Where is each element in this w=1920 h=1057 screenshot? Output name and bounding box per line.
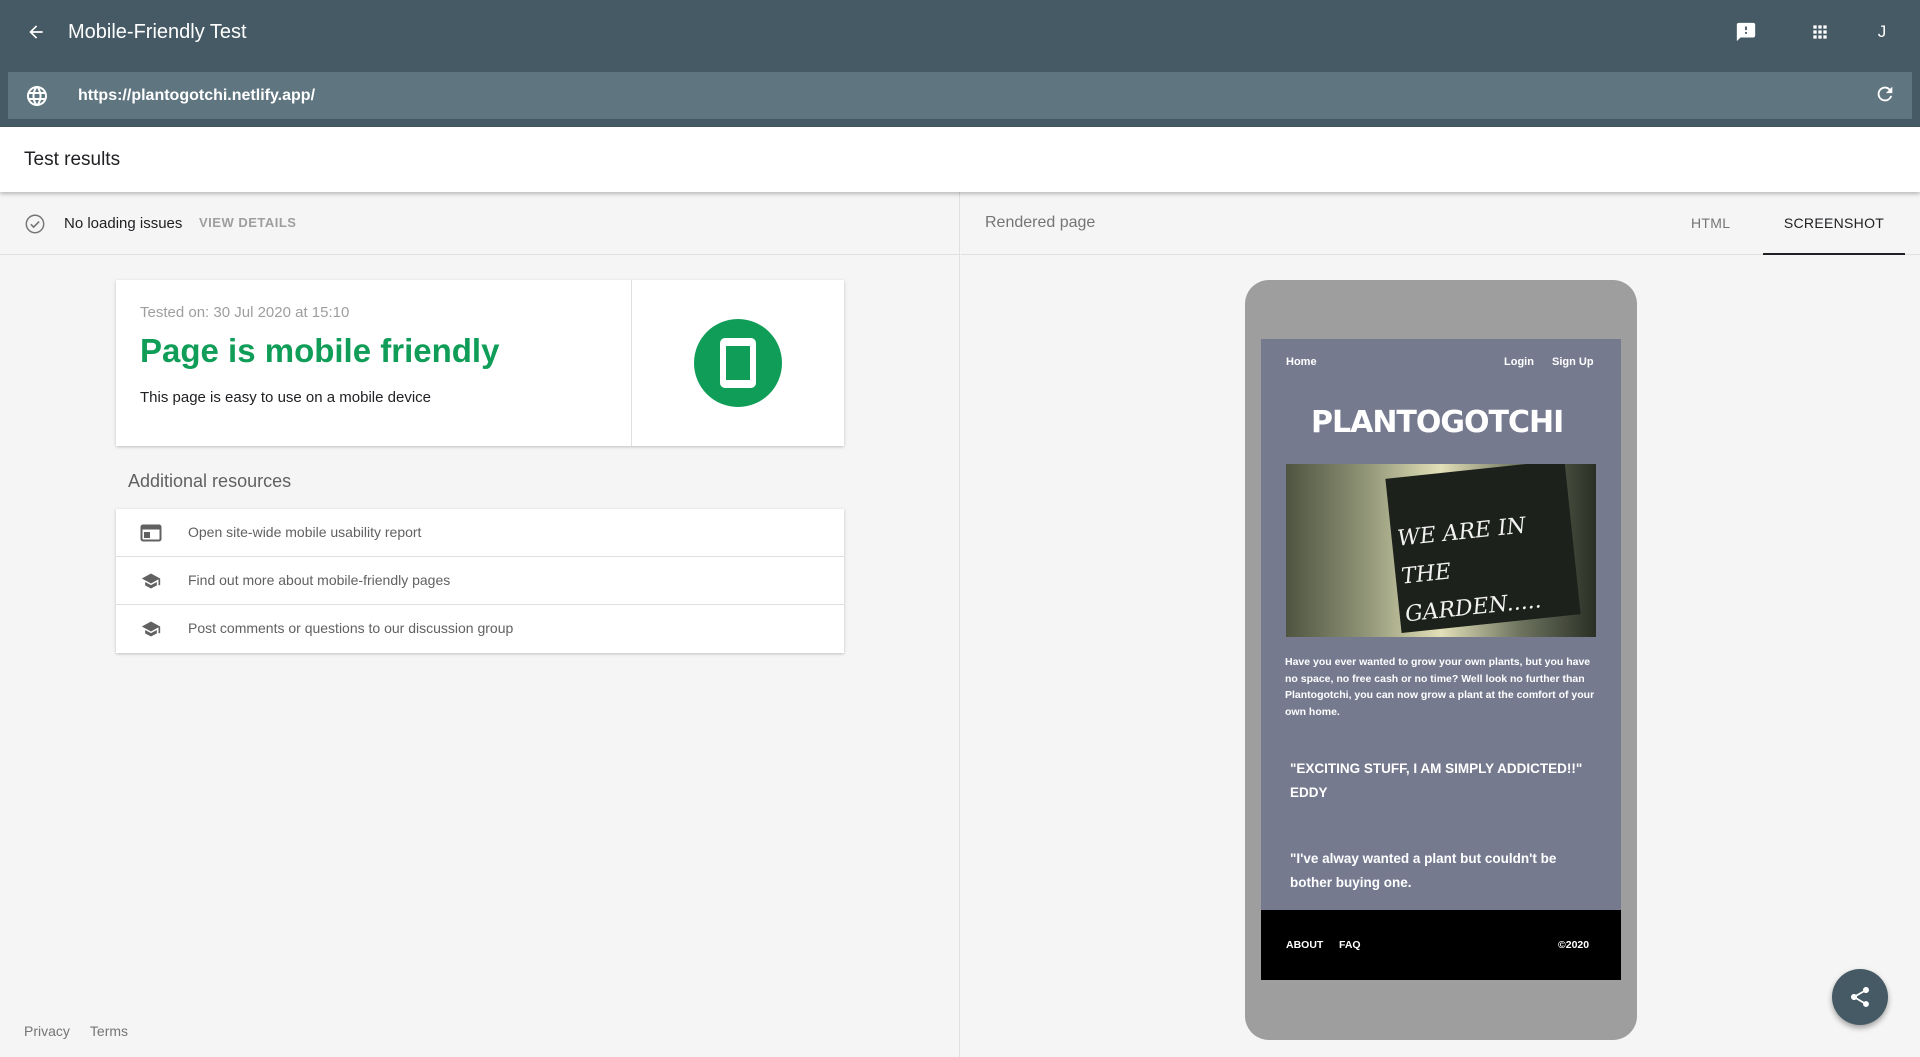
site-nav-home: Home bbox=[1286, 356, 1317, 368]
resource-mobile-friendly-info[interactable]: Find out more about mobile-friendly page… bbox=[116, 557, 844, 605]
resource-discussion-group[interactable]: Post comments or questions to our discus… bbox=[116, 605, 844, 653]
site-intro-text: Have you ever wanted to grow your own pl… bbox=[1285, 656, 1595, 718]
site-logo: PLANTOGOTCHI bbox=[1311, 405, 1564, 440]
additional-resources-title: Additional resources bbox=[128, 471, 292, 491]
testimonial-quote: "I've alway wanted a plant but couldn't … bbox=[1290, 851, 1557, 890]
testimonial-text: "EXCITING STUFF, I AM SIMPLY ADDICTED!!" bbox=[1290, 761, 1583, 776]
globe-icon bbox=[25, 84, 49, 108]
site-footer: ABOUT FAQ ©2020 bbox=[1261, 910, 1621, 980]
privacy-link[interactable]: Privacy bbox=[24, 1023, 70, 1039]
test-results-bar: Test results bbox=[0, 127, 1920, 192]
resource-label: Open site-wide mobile usability report bbox=[188, 524, 422, 540]
url-bar bbox=[8, 72, 1912, 119]
site-nav-login: Login bbox=[1504, 356, 1534, 368]
site-nav: Home Login Sign Up bbox=[1261, 356, 1621, 372]
rendered-page-panel: Rendered page HTML SCREENSHOT Home Login… bbox=[961, 192, 1920, 1057]
verdict-description: This page is easy to use on a mobile dev… bbox=[140, 389, 431, 406]
tab-screenshot[interactable]: SCREENSHOT bbox=[1763, 215, 1905, 231]
tested-on-date: Tested on: 30 Jul 2020 at 15:10 bbox=[140, 304, 350, 321]
resource-label: Find out more about mobile-friendly page… bbox=[188, 572, 451, 588]
loading-status-row: No loading issues VIEW DETAILS bbox=[0, 192, 960, 255]
rendered-page-label: Rendered page bbox=[985, 214, 1096, 231]
verdict-heading: Page is mobile friendly bbox=[140, 332, 500, 369]
active-tab-indicator bbox=[1763, 253, 1905, 255]
tab-html[interactable]: HTML bbox=[1691, 215, 1730, 231]
test-results-title: Test results bbox=[24, 149, 121, 170]
top-app-bar: Mobile-Friendly Test J bbox=[0, 0, 1920, 127]
rendered-page-header: Rendered page HTML SCREENSHOT bbox=[961, 192, 1920, 255]
share-icon bbox=[1851, 987, 1869, 1007]
smartphone-icon bbox=[694, 319, 782, 407]
phone-frame: Home Login Sign Up PLANTOGOTCHI WE ARE I… bbox=[1245, 280, 1637, 1040]
header-actions: J bbox=[1732, 18, 1892, 46]
resource-usability-report[interactable]: Open site-wide mobile usability report bbox=[116, 509, 844, 557]
account-avatar[interactable]: J bbox=[1872, 22, 1892, 42]
testimonial-author: EDDY bbox=[1290, 785, 1328, 800]
terms-link[interactable]: Terms bbox=[90, 1023, 128, 1039]
back-arrow-icon[interactable] bbox=[22, 18, 50, 46]
web-icon bbox=[140, 523, 162, 543]
site-footer-about: ABOUT bbox=[1286, 939, 1324, 951]
summary-text: Tested on: 30 Jul 2020 at 15:10 Page is … bbox=[116, 280, 632, 446]
site-footer-copyright: ©2020 bbox=[1558, 939, 1590, 951]
additional-resources-list: Open site-wide mobile usability report F… bbox=[116, 509, 844, 653]
feedback-icon[interactable] bbox=[1732, 18, 1760, 46]
site-nav-signup: Sign Up bbox=[1552, 356, 1594, 368]
school-icon bbox=[140, 619, 162, 639]
rendered-screenshot: Home Login Sign Up PLANTOGOTCHI WE ARE I… bbox=[1261, 339, 1621, 980]
school-icon bbox=[140, 571, 162, 591]
left-panel: No loading issues VIEW DETAILS Tested on… bbox=[0, 192, 960, 1057]
resource-label: Post comments or questions to our discus… bbox=[188, 620, 514, 636]
url-input[interactable] bbox=[78, 82, 1818, 110]
check-circle-icon bbox=[24, 213, 46, 235]
share-button[interactable] bbox=[1832, 969, 1888, 1025]
summary-badge-area bbox=[632, 280, 844, 446]
testimonial-quote: "EXCITING STUFF, I AM SIMPLY ADDICTED!!"… bbox=[1290, 757, 1590, 805]
mobile-friendly-summary-card: Tested on: 30 Jul 2020 at 15:10 Page is … bbox=[116, 280, 844, 446]
view-details-button[interactable]: VIEW DETAILS bbox=[199, 215, 296, 230]
site-footer-faq: FAQ bbox=[1339, 939, 1361, 951]
chalkboard-sign-text: WE ARE IN THE GARDEN..... bbox=[1396, 513, 1543, 628]
loading-status-text: No loading issues bbox=[64, 215, 183, 232]
site-hero-photo: WE ARE IN THE GARDEN..... bbox=[1286, 464, 1596, 637]
reload-icon[interactable] bbox=[1874, 83, 1898, 107]
apps-grid-icon[interactable] bbox=[1806, 18, 1834, 46]
footer-links: Privacy Terms bbox=[24, 1023, 128, 1039]
app-title: Mobile-Friendly Test bbox=[68, 21, 247, 43]
